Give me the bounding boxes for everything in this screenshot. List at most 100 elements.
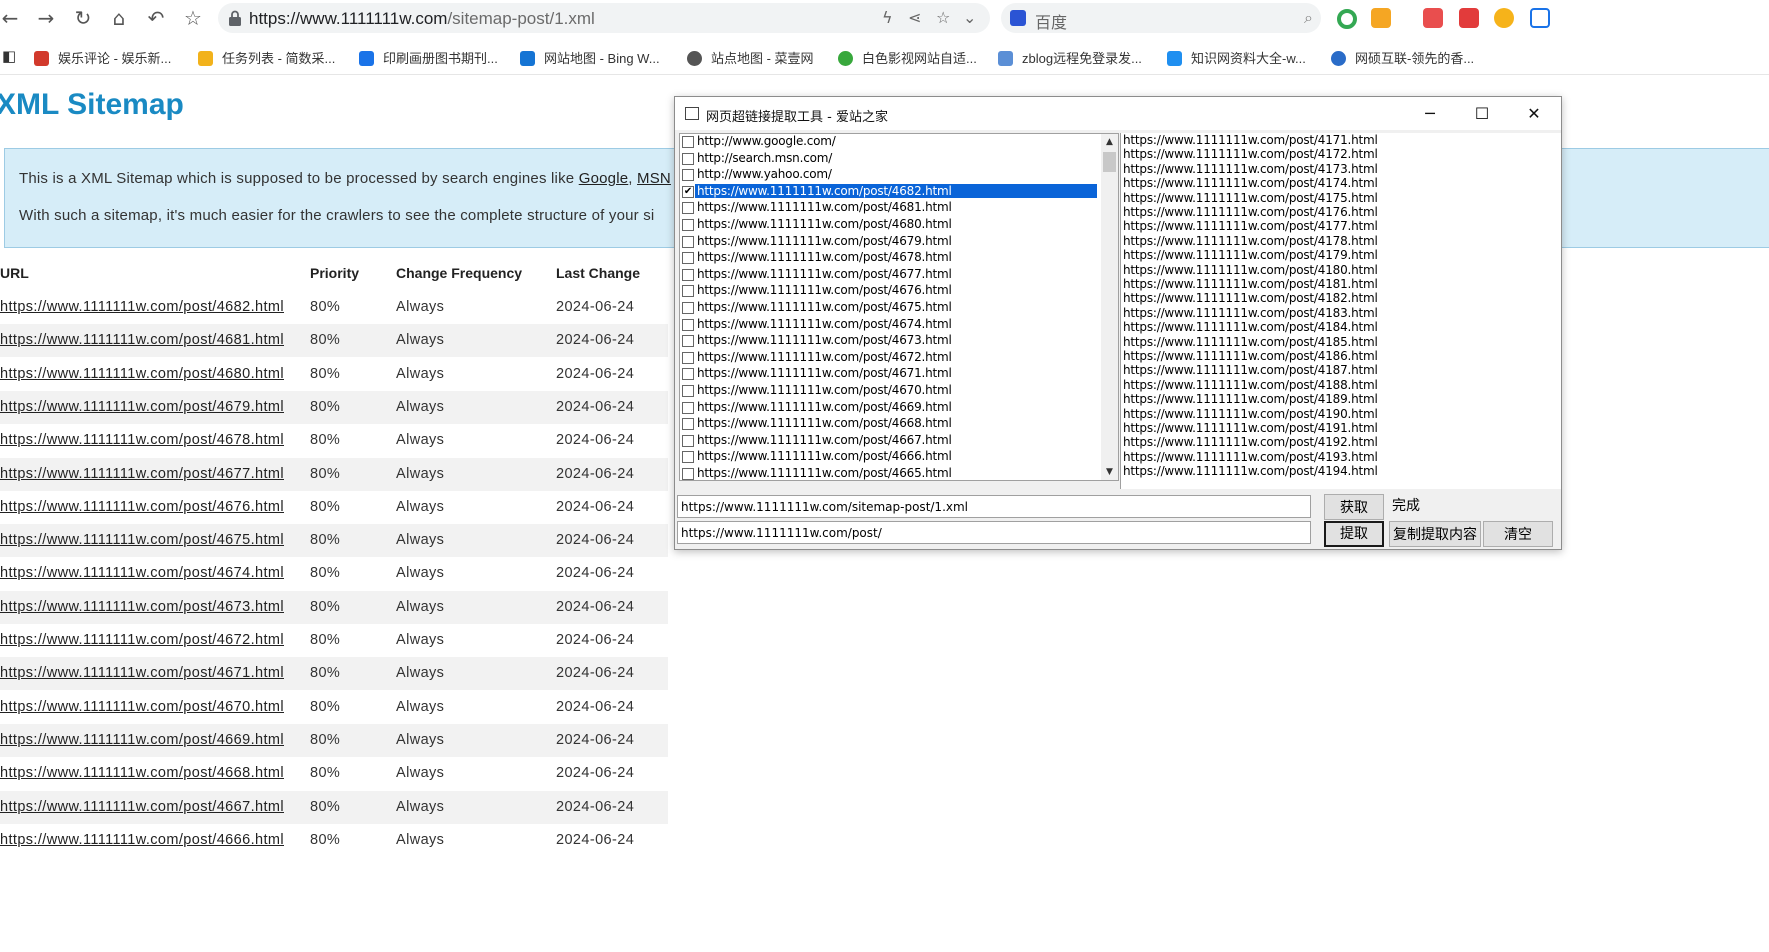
item-checkbox[interactable] (682, 268, 694, 281)
bookmark-item[interactable]: 印刷画册图书期刊... (359, 48, 498, 67)
scroll-up-icon[interactable]: ▲ (1101, 134, 1118, 150)
row-url-link[interactable]: https://www.1111111w.com/post/4674.html (0, 565, 284, 581)
list-item[interactable]: https://www.1111111w.com/post/4670.html (680, 383, 1100, 399)
scroll-down-icon[interactable]: ▼ (1101, 464, 1118, 480)
favorite-star-icon[interactable]: ☆ (181, 6, 205, 30)
row-url-link[interactable]: https://www.1111111w.com/post/4672.html (0, 632, 284, 648)
search-box[interactable]: 百度 ⌕ (1001, 3, 1321, 33)
list-item[interactable]: https://www.1111111w.com/post/4673.html (680, 333, 1100, 349)
dialog-titlebar[interactable]: 网页超链接提取工具 - 爱站之家 ─ ☐ ✕ (675, 97, 1561, 130)
extracted-link-item[interactable]: https://www.1111111w.com/post/4183.html (1123, 306, 1378, 320)
extracted-link-item[interactable]: https://www.1111111w.com/post/4173.html (1123, 162, 1378, 176)
bookmark-item[interactable]: 任务列表 - 简数采... (198, 48, 335, 67)
item-checkbox[interactable]: ✔ (682, 185, 694, 198)
close-icon[interactable]: ✕ (1514, 101, 1554, 127)
extracted-link-item[interactable]: https://www.1111111w.com/post/4176.html (1123, 205, 1378, 219)
bookmark-item[interactable]: 知识网资料大全-w... (1167, 48, 1306, 67)
list-item[interactable]: https://www.1111111w.com/post/4671.html (680, 366, 1100, 382)
pdf-icon[interactable] (1459, 8, 1479, 28)
item-checkbox[interactable] (682, 418, 694, 431)
extracted-link-item[interactable]: https://www.1111111w.com/post/4174.html (1123, 176, 1378, 190)
item-checkbox[interactable] (682, 468, 694, 480)
list-scrollbar[interactable]: ▲ ▼ (1101, 134, 1118, 480)
list-item[interactable]: https://www.1111111w.com/post/4665.html (680, 466, 1100, 480)
row-url-link[interactable]: https://www.1111111w.com/post/4669.html (0, 732, 284, 748)
share-icon[interactable]: ⋖ (908, 8, 921, 27)
extracted-link-item[interactable]: https://www.1111111w.com/post/4194.html (1123, 464, 1378, 478)
item-checkbox[interactable] (682, 318, 694, 331)
extracted-link-item[interactable]: https://www.1111111w.com/post/4184.html (1123, 320, 1378, 334)
row-url-link[interactable]: https://www.1111111w.com/post/4677.html (0, 466, 284, 482)
item-checkbox[interactable] (682, 235, 694, 248)
item-checkbox[interactable] (682, 169, 694, 182)
list-item[interactable]: https://www.1111111w.com/post/4667.html (680, 433, 1100, 449)
row-url-link[interactable]: https://www.1111111w.com/post/4675.html (0, 532, 284, 548)
extracted-link-item[interactable]: https://www.1111111w.com/post/4181.html (1123, 277, 1378, 291)
bookmark-item[interactable]: 网站地图 - Bing W... (520, 48, 660, 67)
extracted-link-item[interactable]: https://www.1111111w.com/post/4180.html (1123, 263, 1378, 277)
google-link[interactable]: Google (579, 170, 629, 187)
list-item[interactable]: https://www.1111111w.com/post/4675.html (680, 300, 1100, 316)
item-checkbox[interactable] (682, 136, 694, 148)
list-item[interactable]: https://www.1111111w.com/post/4676.html (680, 283, 1100, 299)
row-url-link[interactable]: https://www.1111111w.com/post/4671.html (0, 665, 284, 681)
list-item[interactable]: https://www.1111111w.com/post/4679.html (680, 234, 1100, 250)
chrome-extension-icon[interactable] (1337, 9, 1357, 29)
sidebar-toggle-icon[interactable]: ◧ (2, 47, 16, 65)
undo-icon[interactable]: ↶ (144, 6, 168, 30)
source-link-list[interactable]: http://www.google.com/http://search.msn.… (679, 133, 1119, 481)
back-icon[interactable]: ← (0, 6, 22, 30)
extracted-link-item[interactable]: https://www.1111111w.com/post/4179.html (1123, 248, 1378, 262)
msn-link[interactable]: MSN (637, 170, 671, 187)
item-checkbox[interactable] (682, 434, 694, 447)
row-url-link[interactable]: https://www.1111111w.com/post/4676.html (0, 499, 284, 515)
extracted-link-item[interactable]: https://www.1111111w.com/post/4191.html (1123, 421, 1378, 435)
list-item[interactable]: https://www.1111111w.com/post/4666.html (680, 449, 1100, 465)
list-item[interactable]: https://www.1111111w.com/post/4681.html (680, 200, 1100, 216)
list-item[interactable]: https://www.1111111w.com/post/4674.html (680, 317, 1100, 333)
list-item[interactable]: http://www.yahoo.com/ (680, 167, 1100, 183)
row-url-link[interactable]: https://www.1111111w.com/post/4682.html (0, 299, 284, 315)
item-checkbox[interactable] (682, 202, 694, 215)
minimize-icon[interactable]: ─ (1410, 101, 1450, 127)
fetch-button[interactable]: 获取 (1324, 494, 1384, 520)
maximize-icon[interactable]: ☐ (1462, 101, 1502, 127)
bookmark-item[interactable]: 网硕互联-领先的香... (1331, 48, 1474, 67)
list-item[interactable]: https://www.1111111w.com/post/4678.html (680, 250, 1100, 266)
extract-button[interactable]: 提取 (1324, 521, 1384, 547)
extracted-link-item[interactable]: https://www.1111111w.com/post/4190.html (1123, 407, 1378, 421)
col-header-url[interactable]: URL (0, 265, 29, 281)
item-checkbox[interactable] (682, 401, 694, 414)
copy-extracted-button[interactable]: 复制提取内容 (1389, 521, 1481, 547)
url-input[interactable]: https://www.1111111w.com/sitemap-post/1.… (677, 495, 1311, 518)
extracted-link-item[interactable]: https://www.1111111w.com/post/4185.html (1123, 335, 1378, 349)
col-header-last-change[interactable]: Last Change (556, 265, 640, 281)
extracted-link-item[interactable]: https://www.1111111w.com/post/4186.html (1123, 349, 1378, 363)
list-item[interactable]: http://search.msn.com/ (680, 151, 1100, 167)
row-url-link[interactable]: https://www.1111111w.com/post/4668.html (0, 765, 284, 781)
moon-icon[interactable] (1494, 8, 1514, 28)
list-item[interactable]: https://www.1111111w.com/post/4680.html (680, 217, 1100, 233)
item-checkbox[interactable] (682, 302, 694, 314)
item-checkbox[interactable] (682, 152, 694, 165)
item-checkbox[interactable] (682, 219, 694, 231)
col-header-frequency[interactable]: Change Frequency (396, 265, 522, 281)
extracted-link-item[interactable]: https://www.1111111w.com/post/4192.html (1123, 435, 1378, 449)
item-checkbox[interactable] (682, 451, 694, 464)
list-item[interactable]: https://www.1111111w.com/post/4668.html (680, 416, 1100, 432)
lightning-icon[interactable]: ϟ (882, 8, 893, 27)
item-checkbox[interactable] (682, 351, 694, 364)
extracted-link-item[interactable]: https://www.1111111w.com/post/4189.html (1123, 392, 1378, 406)
extracted-link-item[interactable]: https://www.1111111w.com/post/4188.html (1123, 378, 1378, 392)
extracted-link-list[interactable]: https://www.1111111w.com/post/4171.html h… (1120, 133, 1561, 489)
item-checkbox[interactable] (682, 368, 694, 381)
reload-icon[interactable]: ↻ (71, 6, 95, 30)
scroll-thumb[interactable] (1103, 152, 1116, 172)
row-url-link[interactable]: https://www.1111111w.com/post/4681.html (0, 332, 284, 348)
item-checkbox[interactable] (682, 335, 694, 348)
extracted-link-item[interactable]: https://www.1111111w.com/post/4177.html (1123, 219, 1378, 233)
row-url-link[interactable]: https://www.1111111w.com/post/4680.html (0, 366, 284, 382)
list-item[interactable]: https://www.1111111w.com/post/4669.html (680, 400, 1100, 416)
list-item[interactable]: https://www.1111111w.com/post/4677.html (680, 267, 1100, 283)
clear-button[interactable]: 清空 (1483, 521, 1553, 547)
